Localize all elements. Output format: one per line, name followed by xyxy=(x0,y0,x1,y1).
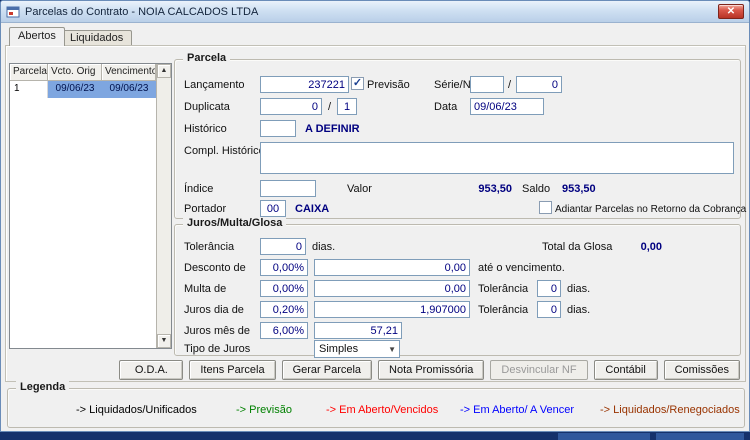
desconto-pct-input[interactable] xyxy=(260,259,308,276)
grid-col-parcela[interactable]: Parcela xyxy=(10,64,48,81)
oda-button[interactable]: O.D.A. xyxy=(119,360,183,380)
background-window-strip xyxy=(558,433,650,440)
historico-label: Histórico xyxy=(184,123,227,136)
juros-dia-tolerancia-input[interactable] xyxy=(537,301,561,318)
grid-col-vcto-orig[interactable]: Vcto. Orig xyxy=(48,64,102,81)
desconto-suffix: até o vencimento. xyxy=(478,262,565,275)
tab-liquidados[interactable]: Liquidados xyxy=(61,30,132,45)
nf-input[interactable] xyxy=(516,76,562,93)
juros-mes-value-input[interactable] xyxy=(314,322,402,339)
button-bar: O.D.A. Itens Parcela Gerar Parcela Nota … xyxy=(11,360,740,380)
background-window-strip xyxy=(656,433,744,440)
compl-historico-label: Compl. Histórico xyxy=(184,145,265,158)
grid-cell-vcto-orig[interactable]: 09/06/23 xyxy=(48,81,102,98)
app-icon xyxy=(6,5,20,19)
lancamento-input[interactable] xyxy=(260,76,349,93)
indice-label: Índice xyxy=(184,183,213,196)
dropdown-arrow-icon: ▼ xyxy=(388,345,396,354)
multa-tolerancia-input[interactable] xyxy=(537,280,561,297)
legend-item-previsao: -> Previsão xyxy=(236,404,292,416)
grid-vertical-scrollbar[interactable]: ▲ ▼ xyxy=(156,64,171,348)
desconto-value-input[interactable] xyxy=(314,259,470,276)
parcela-group: Parcela Lançamento ✓ Previsão Série/NF /… xyxy=(174,59,741,219)
valor-value: 953,50 xyxy=(412,183,512,196)
lancamento-label: Lançamento xyxy=(184,79,245,92)
indice-input[interactable] xyxy=(260,180,316,197)
juros-dia-pct-input[interactable] xyxy=(260,301,308,318)
serie-input[interactable] xyxy=(470,76,504,93)
juros-group: Juros/Multa/Glosa Tolerância dias. Total… xyxy=(174,224,741,356)
legend-group-title: Legenda xyxy=(16,381,69,393)
historico-description: A DEFINIR xyxy=(305,123,360,136)
portador-label: Portador xyxy=(184,203,226,216)
tipo-juros-value: Simples xyxy=(319,343,358,355)
saldo-label: Saldo xyxy=(522,183,550,196)
duplicata-label: Duplicata xyxy=(184,101,230,114)
parcela-group-title: Parcela xyxy=(183,52,230,64)
desconto-label: Desconto de xyxy=(184,262,246,275)
juros-dia-value-input[interactable] xyxy=(314,301,470,318)
scroll-up-icon[interactable]: ▲ xyxy=(157,64,171,78)
previsao-label: Previsão xyxy=(367,79,410,92)
duplicata-seq-input[interactable] xyxy=(337,98,357,115)
juros-dia-tolerancia-label: Tolerância xyxy=(478,304,528,317)
titlebar[interactable]: Parcelas do Contrato - NOIA CALCADOS LTD… xyxy=(1,1,749,23)
window-title: Parcelas do Contrato - NOIA CALCADOS LTD… xyxy=(25,6,258,18)
total-glosa-value: 0,00 xyxy=(582,241,662,254)
portador-description: CAIXA xyxy=(295,203,329,216)
grid-cell-parcela[interactable]: 1 xyxy=(10,81,48,98)
tolerancia-dias-suffix: dias. xyxy=(312,241,335,254)
dialog-window: Parcelas do Contrato - NOIA CALCADOS LTD… xyxy=(0,0,750,432)
grid-row-selected[interactable]: 1 09/06/23 09/06/23 xyxy=(10,81,171,98)
serie-nf-separator: / xyxy=(508,79,511,92)
adiantar-label: Adiantar Parcelas no Retorno da Cobrança xyxy=(555,203,746,216)
duplicata-input[interactable] xyxy=(260,98,322,115)
data-label: Data xyxy=(434,101,457,114)
juros-dia-label: Juros dia de xyxy=(184,304,244,317)
data-input[interactable] xyxy=(470,98,544,115)
multa-tolerancia-label: Tolerância xyxy=(478,283,528,296)
juros-mes-label: Juros mês de xyxy=(184,325,250,338)
adiantar-checkbox[interactable] xyxy=(539,201,552,214)
tipo-juros-label: Tipo de Juros xyxy=(184,343,250,356)
itens-parcela-button[interactable]: Itens Parcela xyxy=(189,360,275,380)
tab-abertos[interactable]: Abertos xyxy=(9,27,65,46)
contabil-button[interactable]: Contábil xyxy=(594,360,658,380)
grid-header: Parcela Vcto. Orig Vencimento xyxy=(10,64,171,81)
comissoes-button[interactable]: Comissões xyxy=(664,360,740,380)
legend-item-liquidados-renegociados: -> Liquidados/Renegociados xyxy=(600,404,740,416)
saldo-value: 953,50 xyxy=(562,183,596,196)
juros-dia-dias-suffix: dias. xyxy=(567,304,590,317)
compl-historico-input[interactable] xyxy=(260,142,734,174)
multa-value-input[interactable] xyxy=(314,280,470,297)
portador-input[interactable] xyxy=(260,200,286,217)
tipo-juros-select[interactable]: Simples ▼ xyxy=(314,340,400,358)
historico-code-input[interactable] xyxy=(260,120,296,137)
grid-col-vencimento[interactable]: Vencimento xyxy=(102,64,156,81)
close-button[interactable]: ✕ xyxy=(718,4,744,19)
gerar-parcela-button[interactable]: Gerar Parcela xyxy=(282,360,372,380)
multa-pct-input[interactable] xyxy=(260,280,308,297)
tolerancia-input[interactable] xyxy=(260,238,306,255)
tolerancia-label: Tolerância xyxy=(184,241,234,254)
multa-dias-suffix: dias. xyxy=(567,283,590,296)
previsao-checkbox[interactable]: ✓ xyxy=(351,77,364,90)
nota-promissoria-button[interactable]: Nota Promissória xyxy=(378,360,484,380)
desvincular-nf-button: Desvincular NF xyxy=(490,360,587,380)
legend-group: Legenda -> Liquidados/Unificados -> Prev… xyxy=(7,388,745,428)
duplicata-separator: / xyxy=(328,101,331,114)
juros-mes-pct-input[interactable] xyxy=(260,322,308,339)
juros-group-title: Juros/Multa/Glosa xyxy=(183,217,286,229)
legend-item-liquidados-unificados: -> Liquidados/Unificados xyxy=(76,404,197,416)
desktop: Parcelas do Contrato - NOIA CALCADOS LTD… xyxy=(0,0,750,440)
scroll-down-icon[interactable]: ▼ xyxy=(157,334,171,348)
valor-label: Valor xyxy=(347,183,372,196)
grid-cell-vencimento[interactable]: 09/06/23 xyxy=(102,81,156,98)
parcelas-grid: Parcela Vcto. Orig Vencimento 1 09/06/23… xyxy=(9,63,172,349)
legend-item-em-aberto-vencidos: -> Em Aberto/Vencidos xyxy=(326,404,438,416)
multa-label: Multa de xyxy=(184,283,226,296)
legend-item-em-aberto-a-vencer: -> Em Aberto/ A Vencer xyxy=(460,404,574,416)
